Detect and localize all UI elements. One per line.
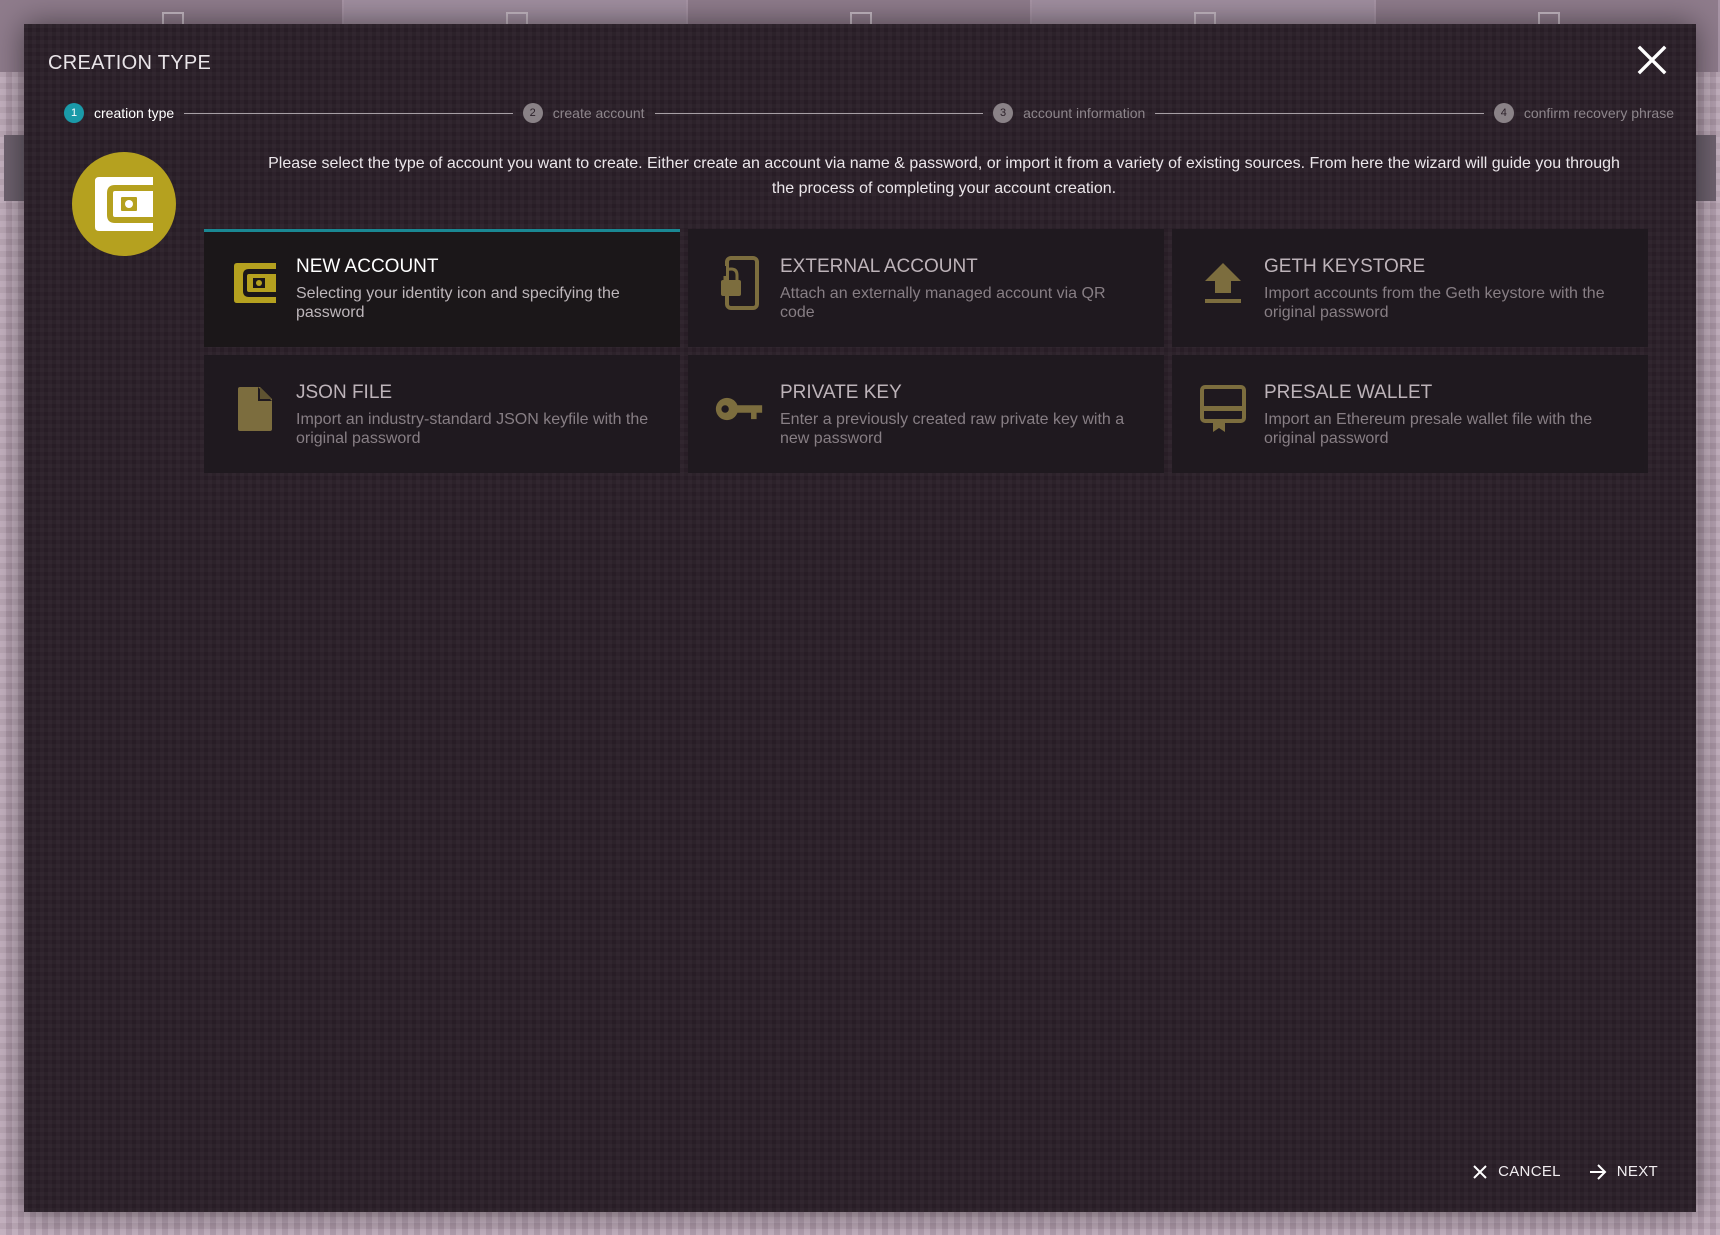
option-json-file[interactable]: JSON FILE Import an industry-standard JS… xyxy=(204,355,680,473)
background-panel-edge xyxy=(1694,135,1716,201)
step-label: creation type xyxy=(94,105,175,121)
key-icon xyxy=(714,384,764,434)
option-title: PRESALE WALLET xyxy=(1264,382,1433,403)
option-title: JSON FILE xyxy=(296,382,393,403)
cancel-button[interactable]: CANCEL xyxy=(1472,1163,1561,1180)
step-account-information: 3 account information xyxy=(993,103,1145,123)
step-confirm-recovery-phrase: 4 confirm recovery phrase xyxy=(1493,103,1675,123)
option-description: Import an Ethereum presale wallet file w… xyxy=(1264,411,1593,447)
next-label: NEXT xyxy=(1616,1163,1658,1180)
option-title: EXTERNAL ACCOUNT xyxy=(780,256,978,277)
option-description: Attach an externally managed account via… xyxy=(780,285,1106,321)
card-membership-icon xyxy=(1198,384,1248,434)
option-title: NEW ACCOUNT xyxy=(296,256,439,277)
step-number: 2 xyxy=(522,103,543,123)
intro-text: Please select the type of account you wa… xyxy=(268,155,1620,197)
upload-icon xyxy=(1198,258,1248,308)
wizard-stepper: 1 creation type 2 create account 3 accou… xyxy=(64,98,1674,128)
option-external-account[interactable]: EXTERNAL ACCOUNT Attach an externally ma… xyxy=(688,229,1164,347)
option-description: Import an industry-standard JSON keyfile… xyxy=(296,411,649,447)
cancel-label: CANCEL xyxy=(1498,1163,1561,1180)
dialog-avatar xyxy=(72,152,176,256)
step-connector xyxy=(1155,112,1484,114)
wallet-icon xyxy=(230,258,280,308)
step-number: 1 xyxy=(64,103,84,123)
step-create-account: 2 create account xyxy=(522,103,645,123)
option-geth-keystore[interactable]: GETH KEYSTORE Import accounts from the G… xyxy=(1172,229,1648,347)
option-presale-wallet[interactable]: PRESALE WALLET Import an Ethereum presal… xyxy=(1172,355,1648,473)
file-icon xyxy=(230,384,280,434)
creation-type-options: NEW ACCOUNT Selecting your identity icon… xyxy=(204,229,1648,473)
wallet-icon xyxy=(95,177,153,231)
step-number: 4 xyxy=(1493,103,1514,123)
step-connector xyxy=(654,112,984,114)
step-creation-type: 1 creation type xyxy=(64,103,174,123)
close-icon xyxy=(1637,45,1667,75)
create-account-dialog: CREATION TYPE 1 creation type 2 create a… xyxy=(24,24,1696,1212)
option-description: Enter a previously created raw private k… xyxy=(780,411,1125,447)
step-connector xyxy=(184,112,513,114)
dialog-footer: CANCEL NEXT xyxy=(1472,1163,1658,1180)
phone-lock-icon xyxy=(714,256,764,310)
step-label: confirm recovery phrase xyxy=(1523,105,1675,121)
option-private-key[interactable]: PRIVATE KEY Enter a previously created r… xyxy=(688,355,1164,473)
next-button[interactable]: NEXT xyxy=(1589,1163,1658,1180)
close-icon xyxy=(1473,1164,1487,1179)
option-title: PRIVATE KEY xyxy=(780,382,902,403)
arrow-right-icon xyxy=(1589,1163,1607,1180)
option-description: Selecting your identity icon and specify… xyxy=(296,285,620,321)
step-label: create account xyxy=(552,105,645,121)
dialog-title: CREATION TYPE xyxy=(48,52,212,74)
step-label: account information xyxy=(1023,105,1146,121)
option-new-account[interactable]: NEW ACCOUNT Selecting your identity icon… xyxy=(204,229,680,347)
step-number: 3 xyxy=(993,103,1014,123)
option-title: GETH KEYSTORE xyxy=(1264,256,1426,277)
background-panel-edge xyxy=(4,135,26,201)
close-button[interactable] xyxy=(1632,40,1672,80)
option-description: Import accounts from the Geth keystore w… xyxy=(1264,285,1605,321)
